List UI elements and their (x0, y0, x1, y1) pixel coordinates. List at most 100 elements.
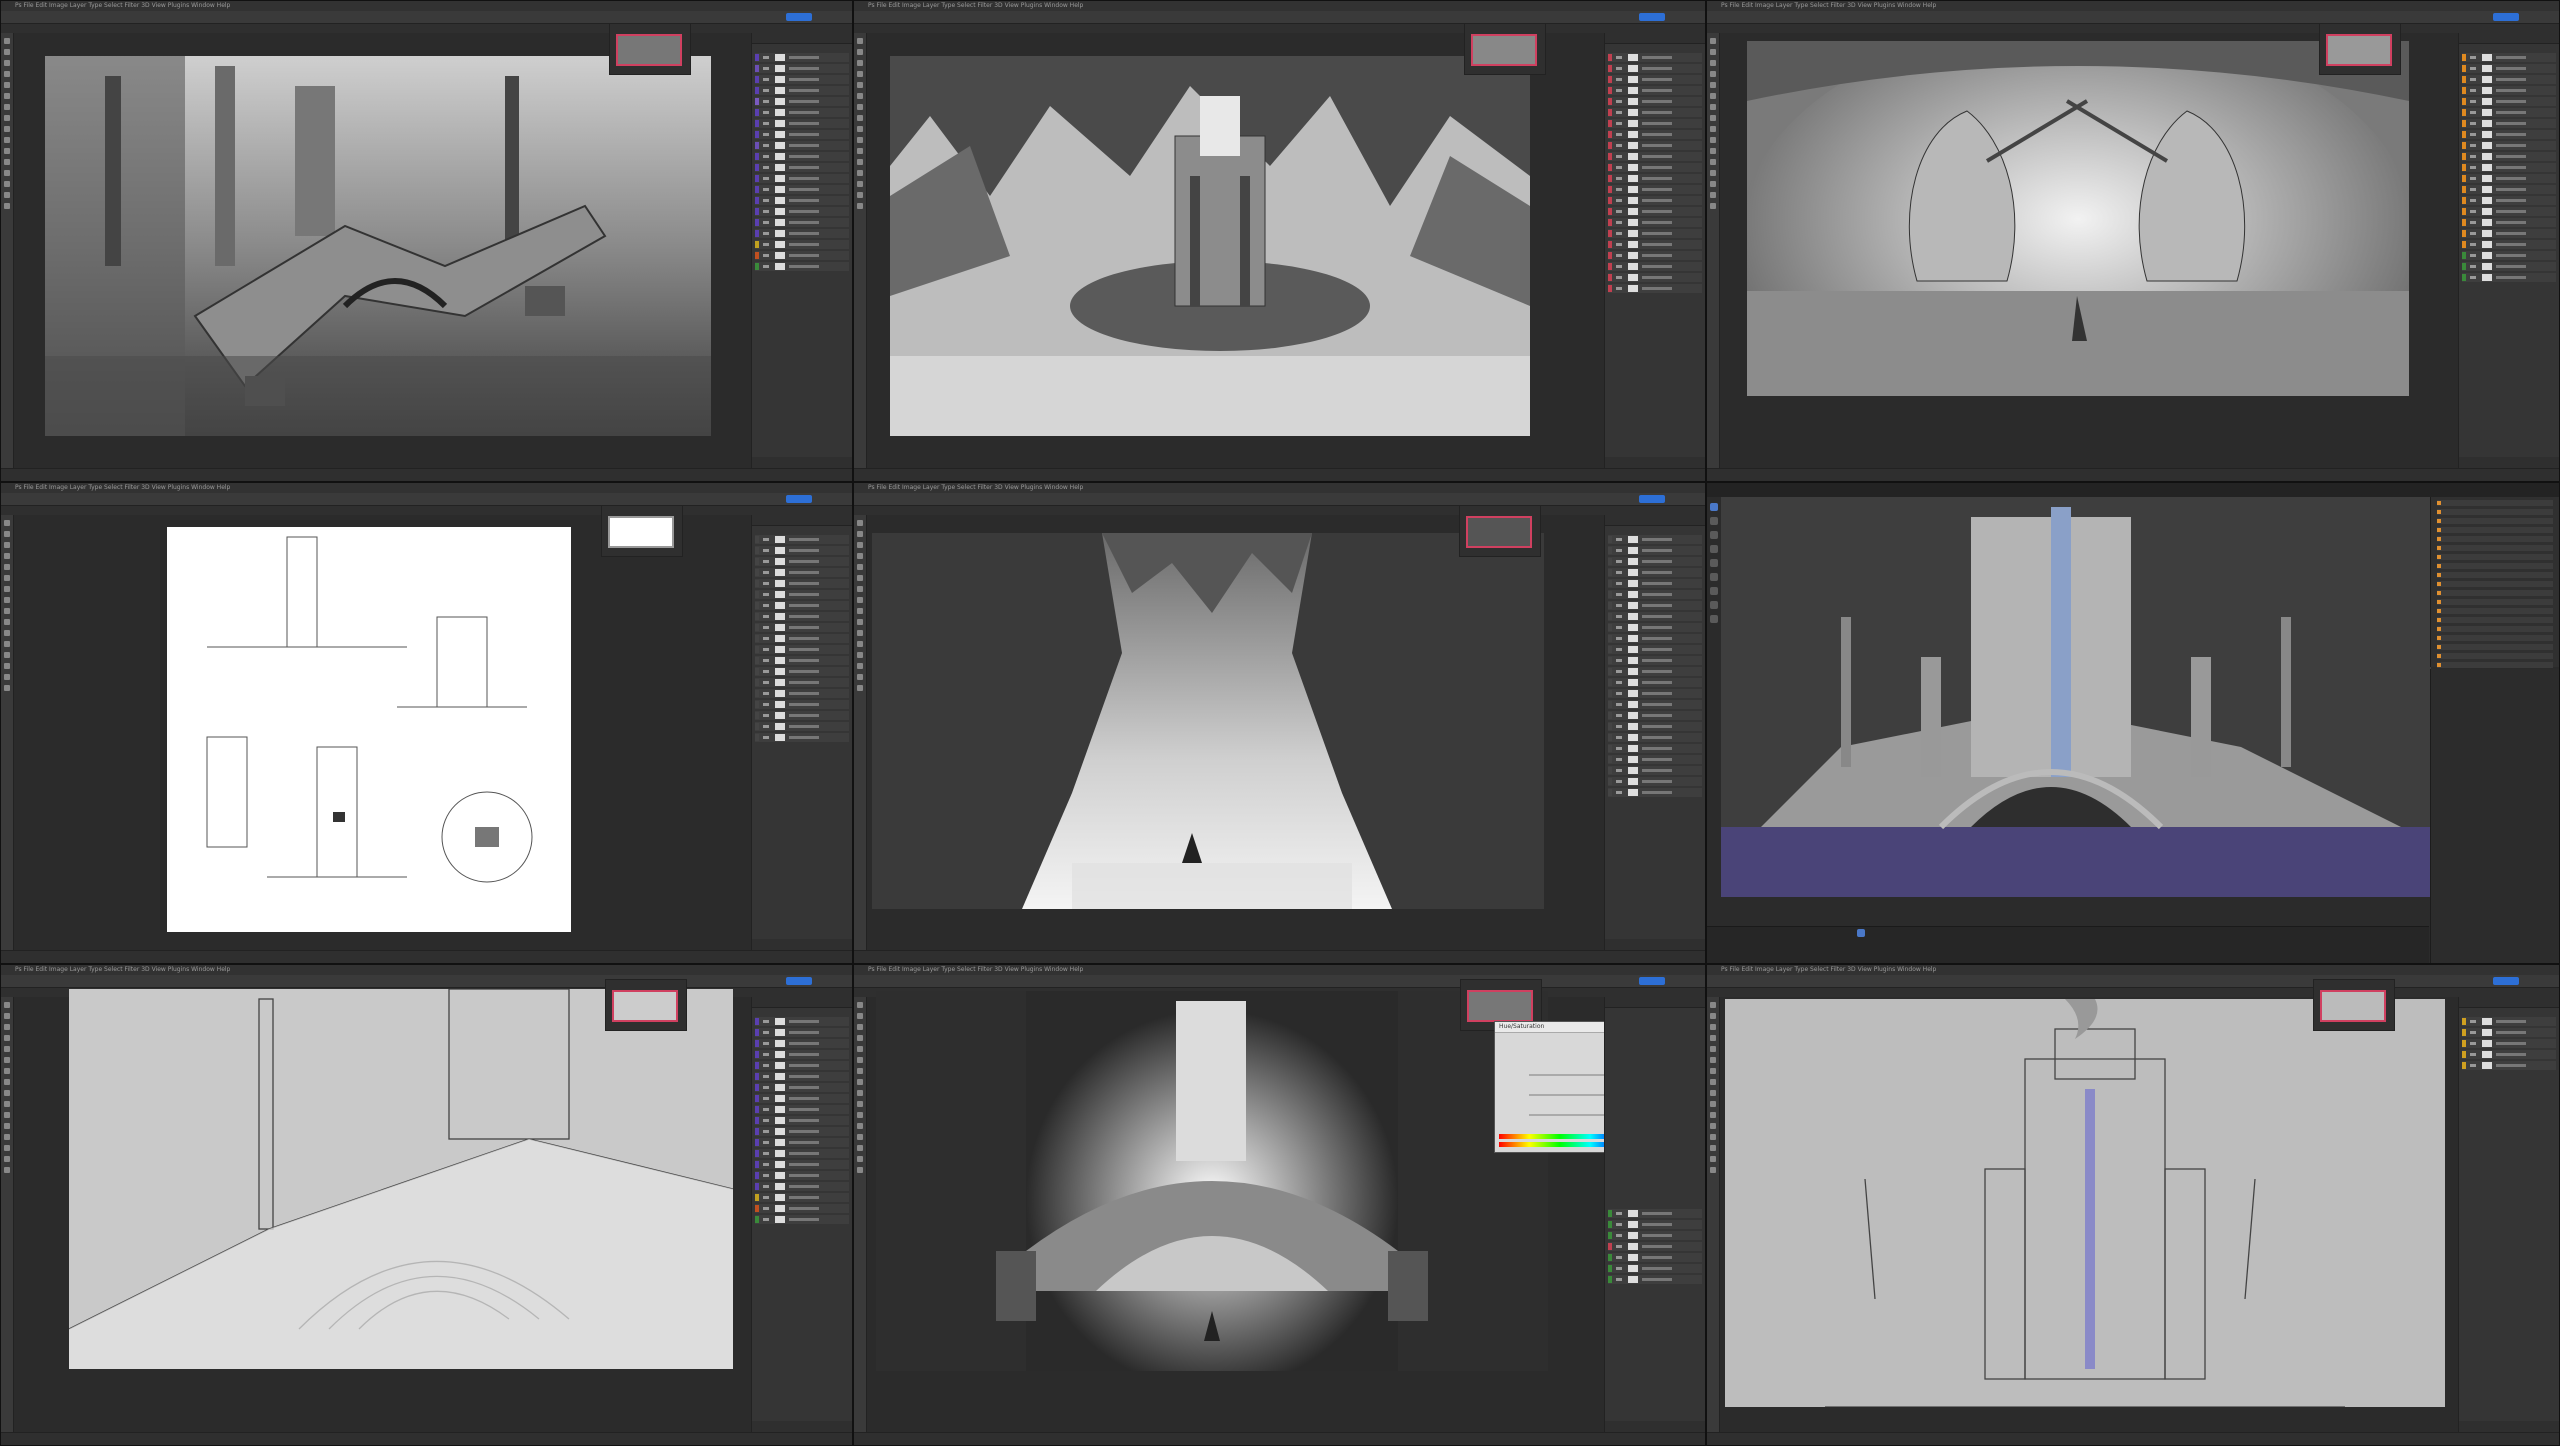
share-button[interactable] (1639, 495, 1665, 503)
share-button[interactable] (1639, 977, 1665, 985)
eye-icon[interactable] (763, 1207, 769, 1210)
eye-icon[interactable] (763, 166, 769, 169)
eye-icon[interactable] (763, 89, 769, 92)
layer-row[interactable] (1608, 262, 1702, 271)
layer-row[interactable] (1608, 64, 1702, 73)
layer-row[interactable] (2462, 152, 2556, 161)
eye-icon[interactable] (1616, 747, 1622, 750)
layer-row[interactable] (1608, 546, 1702, 555)
outliner-item[interactable] (2437, 617, 2553, 623)
layer-row[interactable] (755, 218, 849, 227)
hue-slider[interactable] (1529, 1074, 1605, 1076)
eye-icon[interactable] (763, 1185, 769, 1188)
outliner-item[interactable] (2437, 590, 2553, 596)
menu-bar[interactable]: Ps File Edit Image Layer Type Select Fil… (854, 483, 1705, 493)
eye-icon[interactable] (2470, 111, 2476, 114)
layer-row[interactable] (1608, 612, 1702, 621)
eye-icon[interactable] (763, 67, 769, 70)
layer-row[interactable] (2462, 1017, 2556, 1026)
eye-icon[interactable] (1616, 243, 1622, 246)
lightness-slider[interactable] (1529, 1114, 1605, 1116)
eye-icon[interactable] (1616, 177, 1622, 180)
canvas[interactable] (1747, 41, 2409, 396)
eye-icon[interactable] (1616, 736, 1622, 739)
layer-row[interactable] (755, 1028, 849, 1037)
eye-icon[interactable] (763, 582, 769, 585)
navigator-panel[interactable] (1459, 505, 1541, 557)
eye-icon[interactable] (1616, 254, 1622, 257)
layer-list[interactable] (752, 51, 852, 455)
layer-row[interactable] (1608, 75, 1702, 84)
layer-row[interactable] (1608, 196, 1702, 205)
layer-row[interactable] (755, 1182, 849, 1191)
panel-tabs[interactable] (752, 33, 852, 44)
layer-row[interactable] (1608, 766, 1702, 775)
eye-icon[interactable] (1616, 100, 1622, 103)
layer-row[interactable] (755, 601, 849, 610)
layer-row[interactable] (755, 75, 849, 84)
document-tab[interactable] (1, 24, 852, 33)
layer-row[interactable] (1608, 700, 1702, 709)
layer-row[interactable] (755, 262, 849, 271)
eye-icon[interactable] (2470, 144, 2476, 147)
layer-row[interactable] (1608, 590, 1702, 599)
eye-icon[interactable] (1616, 604, 1622, 607)
eye-icon[interactable] (2470, 232, 2476, 235)
navigator-panel[interactable] (605, 979, 687, 1031)
layer-row[interactable] (1608, 108, 1702, 117)
eye-icon[interactable] (763, 155, 769, 158)
eye-icon[interactable] (763, 1064, 769, 1067)
layer-row[interactable] (755, 667, 849, 676)
eye-icon[interactable] (763, 254, 769, 257)
outliner-item[interactable] (2437, 662, 2553, 668)
layer-row[interactable] (755, 1160, 849, 1169)
eye-icon[interactable] (763, 1196, 769, 1199)
eye-icon[interactable] (1616, 78, 1622, 81)
eye-icon[interactable] (1616, 670, 1622, 673)
eye-icon[interactable] (1616, 210, 1622, 213)
layer-row[interactable] (1608, 579, 1702, 588)
layer-row[interactable] (1608, 218, 1702, 227)
eye-icon[interactable] (763, 243, 769, 246)
menu-bar[interactable]: Ps File Edit Image Layer Type Select Fil… (1707, 1, 2559, 11)
eye-icon[interactable] (763, 1020, 769, 1023)
eye-icon[interactable] (1616, 1223, 1622, 1226)
eye-icon[interactable] (1616, 89, 1622, 92)
eye-icon[interactable] (2470, 1064, 2476, 1067)
eye-icon[interactable] (763, 549, 769, 552)
layer-row[interactable] (755, 689, 849, 698)
layer-row[interactable] (1608, 667, 1702, 676)
layer-row[interactable] (1608, 119, 1702, 128)
layer-row[interactable] (2462, 1028, 2556, 1037)
eye-icon[interactable] (2470, 265, 2476, 268)
eye-icon[interactable] (1616, 725, 1622, 728)
layer-row[interactable] (1608, 185, 1702, 194)
eye-icon[interactable] (763, 725, 769, 728)
layer-row[interactable] (1608, 97, 1702, 106)
eye-icon[interactable] (763, 681, 769, 684)
outliner-item[interactable] (2437, 644, 2553, 650)
layer-row[interactable] (1608, 229, 1702, 238)
layer-row[interactable] (1608, 634, 1702, 643)
layer-row[interactable] (1608, 273, 1702, 282)
panel-tabs[interactable] (752, 515, 852, 526)
eye-icon[interactable] (763, 199, 769, 202)
layer-row[interactable] (755, 1017, 849, 1026)
layer-row[interactable] (2462, 240, 2556, 249)
eye-icon[interactable] (763, 1042, 769, 1045)
eye-icon[interactable] (1616, 122, 1622, 125)
outliner-item[interactable] (2437, 572, 2553, 578)
layer-list[interactable] (2459, 1015, 2559, 1419)
layer-row[interactable] (1608, 777, 1702, 786)
layer-row[interactable] (1608, 53, 1702, 62)
layer-row[interactable] (755, 1215, 849, 1224)
eye-icon[interactable] (763, 100, 769, 103)
eye-icon[interactable] (763, 670, 769, 673)
eye-icon[interactable] (1616, 232, 1622, 235)
layer-row[interactable] (755, 108, 849, 117)
outliner-item[interactable] (2437, 518, 2553, 524)
eye-icon[interactable] (1616, 571, 1622, 574)
eye-icon[interactable] (2470, 56, 2476, 59)
layer-row[interactable] (1608, 733, 1702, 742)
timeline[interactable] (1707, 926, 2429, 963)
